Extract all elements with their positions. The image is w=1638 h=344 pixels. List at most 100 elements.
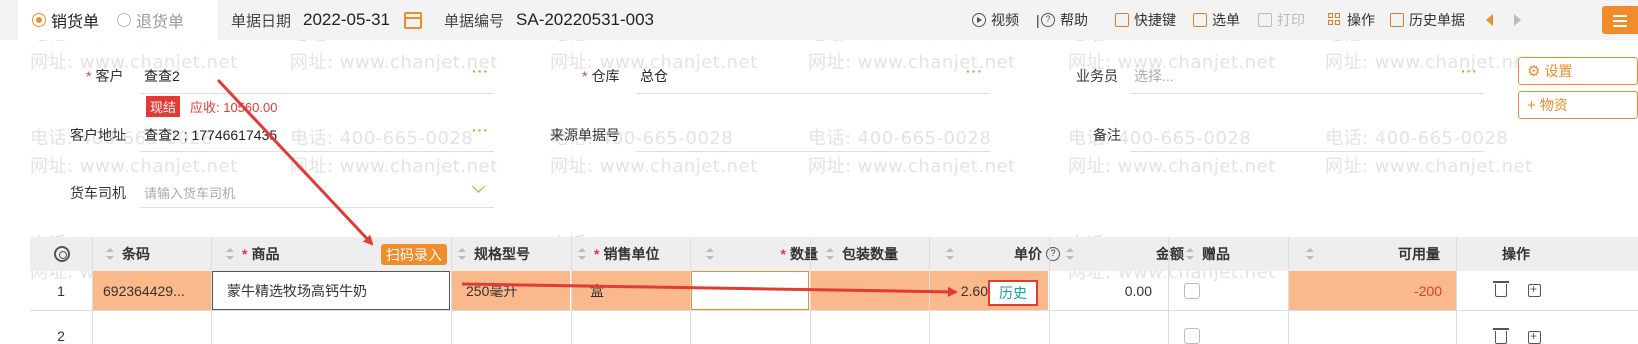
sort-icon <box>1066 248 1074 260</box>
address-more-icon[interactable]: ··· <box>472 122 489 138</box>
watermark-site: 网址: www.chanjet.net <box>808 156 1016 177</box>
available-qty-cell: -200 <box>1289 271 1456 310</box>
salesperson-input[interactable]: 选择... <box>1134 66 1174 86</box>
col-price[interactable]: 单价? <box>946 237 1060 271</box>
settings-button[interactable]: ⚙ 设置 <box>1518 57 1638 85</box>
prev-doc-button[interactable] <box>1486 0 1493 40</box>
address-input[interactable]: 查查2 ; 17746617435 <box>144 125 277 145</box>
col-available[interactable]: 可用量 <box>1306 237 1440 271</box>
col-spec[interactable]: 规格型号 <box>458 237 530 271</box>
radio-sales[interactable]: 销货单 <box>32 8 99 32</box>
delete-row-button[interactable] <box>1493 312 1515 344</box>
doc-number-field: 单据编号 SA-20220531-003 <box>444 0 654 40</box>
video-button[interactable]: 视频 <box>972 0 1019 40</box>
col-divider <box>571 237 572 344</box>
col-divider <box>1168 237 1169 344</box>
col-product[interactable]: * 商品 <box>226 237 279 271</box>
source-doc-underline[interactable] <box>636 151 990 152</box>
col-pack-qty[interactable]: 包装数量 <box>826 237 898 271</box>
warehouse-underline <box>636 93 990 94</box>
price-history-button[interactable]: 历史 <box>988 280 1038 306</box>
next-doc-button[interactable] <box>1514 0 1521 40</box>
document-select-icon <box>1193 13 1207 27</box>
print-label: 打印 <box>1277 12 1305 28</box>
history-doc-icon <box>1390 13 1404 27</box>
driver-underline <box>140 207 494 208</box>
customer-input[interactable]: 查查2 <box>144 66 180 86</box>
menu-button[interactable] <box>1602 6 1638 34</box>
doc-number-label: 单据编号 <box>444 12 505 30</box>
remark-underline[interactable] <box>1130 151 1484 152</box>
trash-icon <box>1493 281 1509 297</box>
sort-icon <box>706 248 714 260</box>
spec-cell[interactable]: 250毫升 <box>452 271 570 310</box>
col-qty[interactable]: * 数量 <box>706 237 818 271</box>
gift-checkbox[interactable] <box>1184 312 1214 344</box>
col-barcode[interactable]: 条码 <box>106 237 150 271</box>
doc-number-value: SA-20220531-003 <box>516 10 655 29</box>
history-docs-button[interactable]: 历史单据 <box>1390 0 1465 40</box>
watermark-site: 网址: www.chanjet.net <box>1325 52 1533 73</box>
warehouse-input[interactable]: 总仓 <box>640 66 668 86</box>
watermark-phone: 电话: 400-665-0028 <box>808 128 992 149</box>
column-settings[interactable] <box>54 237 70 271</box>
table-row[interactable]: 1 692364429... 蒙牛精选牧场高钙牛奶 250毫升 盒 2.60 0… <box>30 271 1638 311</box>
watermark-site: 网址: www.chanjet.net <box>808 52 1016 73</box>
operation-button[interactable]: 操作 <box>1328 0 1375 40</box>
col-gift[interactable]: 赠品 <box>1186 237 1230 271</box>
date-label: 单据日期 <box>231 12 292 30</box>
chevron-down-icon[interactable] <box>472 180 485 193</box>
qty-input[interactable] <box>691 271 809 310</box>
col-divider <box>451 237 452 344</box>
date-value[interactable]: 2022-05-31 <box>303 10 390 30</box>
col-divider <box>929 237 930 344</box>
print-button[interactable]: 打印 <box>1258 0 1305 40</box>
plus-icon: + <box>1527 96 1536 114</box>
col-ops: 操作 <box>1502 246 1530 262</box>
trash-icon <box>1493 328 1509 344</box>
col-amount[interactable]: 金额 <box>1066 237 1184 271</box>
table-row[interactable]: 2 <box>30 312 1638 344</box>
barcode-cell[interactable]: 692364429... <box>93 271 211 310</box>
watermark-site: 网址: www.chanjet.net <box>290 156 498 177</box>
shortcuts-button[interactable]: 快捷键 <box>1115 0 1176 40</box>
customer-label: * 客户 <box>86 68 124 84</box>
operation-label: 操作 <box>1347 12 1375 28</box>
copy-row-button[interactable] <box>1528 312 1548 344</box>
col-unit[interactable]: * 销售单位 <box>578 237 659 271</box>
col-divider <box>1049 237 1050 344</box>
unit-cell[interactable]: 盒 <box>572 271 690 310</box>
add-goods-button[interactable]: + 物资 <box>1518 91 1638 119</box>
col-divider <box>92 237 93 344</box>
top-toolbar: 销货单 退货单 单据日期 2022-05-31 单据编号 SA-20220531… <box>0 0 1638 40</box>
amount-cell[interactable]: 0.00 <box>1050 271 1168 310</box>
radio-sales-label: 销货单 <box>51 14 100 31</box>
date-field: 单据日期 2022-05-31 <box>231 0 422 40</box>
delete-row-button[interactable] <box>1493 271 1515 310</box>
help-label: 帮助 <box>1060 12 1088 28</box>
salesperson-underline <box>1130 93 1484 94</box>
watermark-site: 网址: www.chanjet.net <box>1068 156 1276 177</box>
salesperson-more-icon[interactable]: ··· <box>1461 63 1478 79</box>
sort-icon <box>578 248 586 260</box>
address-label: 客户地址 <box>70 127 126 143</box>
radio-returns[interactable]: 退货单 <box>117 8 184 32</box>
select-order-button[interactable]: 选单 <box>1193 0 1240 40</box>
scan-entry-button[interactable]: 扫码录入 <box>381 244 447 265</box>
doc-type-switch: 销货单 退货单 <box>18 0 218 40</box>
arrow-left-icon <box>1486 14 1493 26</box>
product-cell[interactable]: 蒙牛精选牧场高钙牛奶 <box>212 271 450 310</box>
driver-input[interactable]: 请输入货车司机 <box>144 183 235 202</box>
customer-more-icon[interactable]: ··· <box>472 63 489 79</box>
gift-checkbox[interactable] <box>1184 271 1214 310</box>
checkbox-icon <box>1184 328 1200 344</box>
watermark-site: 网址: www.chanjet.net <box>30 52 238 73</box>
col-divider <box>211 237 212 344</box>
pack-qty-cell[interactable] <box>811 271 929 310</box>
sort-icon <box>226 248 234 260</box>
help-button[interactable]: ? 帮助 <box>1041 0 1088 40</box>
calendar-icon[interactable] <box>403 11 422 29</box>
copy-row-button[interactable] <box>1528 271 1548 310</box>
cash-settlement-tag: 现结 <box>146 96 181 117</box>
warehouse-more-icon[interactable]: ··· <box>966 63 983 79</box>
